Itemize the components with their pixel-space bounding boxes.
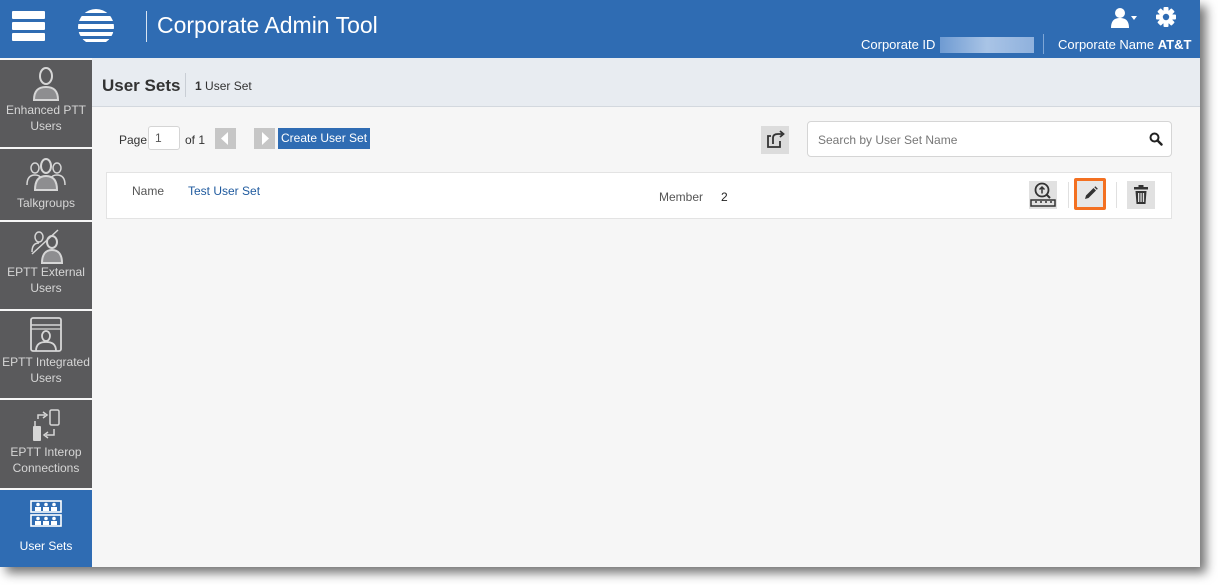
top-header: Corporate Admin Tool Corporate ID Corpor…: [0, 0, 1200, 58]
interop-icon: [33, 409, 60, 441]
action-divider: [1116, 182, 1117, 208]
search-box: [807, 121, 1172, 157]
user-icon: [32, 67, 60, 101]
corporate-name-label: Corporate Name: [1058, 37, 1155, 52]
sidebar-item-label: EPTT Integrated Users: [2, 355, 90, 385]
sidebar-item-label: EPTT External Users: [7, 265, 85, 295]
page-total-label: of 1: [185, 133, 206, 147]
delete-icon: [1134, 185, 1148, 204]
sidebar-item-label: Talkgroups: [16, 196, 76, 210]
sidebar-item-user-sets[interactable]: User Sets: [0, 490, 92, 567]
edit-button[interactable]: [1074, 178, 1106, 210]
user-sets-icon: [30, 500, 62, 527]
sidebar-item-talkgroups[interactable]: Talkgroups: [0, 149, 92, 220]
user-set-row: Name Test User Set Member 2: [106, 172, 1172, 219]
count-label: User Set: [205, 79, 252, 93]
chevron-right-icon: [262, 132, 269, 145]
delete-button[interactable]: [1127, 181, 1155, 209]
page-title: User Sets: [102, 76, 181, 95]
integrated-user-icon: [30, 317, 62, 352]
sidebar-item-enhanced-ptt-users[interactable]: Enhanced PTT Users: [0, 60, 92, 147]
app-title: Corporate Admin Tool: [157, 12, 378, 38]
count-number: 1: [195, 79, 202, 93]
create-user-set-button[interactable]: Create User Set: [278, 128, 371, 149]
name-label: Name: [132, 184, 165, 198]
export-button[interactable]: [761, 126, 789, 154]
next-page-button[interactable]: [254, 128, 275, 149]
settings-gear-icon[interactable]: [1155, 6, 1177, 28]
find-users-icon: [1030, 182, 1056, 207]
member-count: 2: [721, 190, 728, 204]
subheader-divider: [185, 73, 186, 97]
member-label: Member: [659, 190, 704, 204]
sidebar: Enhanced PTT Users Talkgroups EPTT Exter…: [0, 58, 92, 567]
action-divider: [1068, 182, 1069, 208]
sidebar-item-label: Enhanced PTT Users: [5, 103, 87, 133]
group-icon: [26, 158, 66, 191]
edit-icon: [1085, 186, 1098, 199]
chevron-left-icon: [221, 132, 228, 145]
sidebar-item-label: User Sets: [19, 539, 73, 553]
previous-page-button[interactable]: [215, 128, 236, 149]
corporate-id-value: [940, 37, 1034, 53]
corporate-name-value: AT&T: [1157, 37, 1192, 52]
header-divider: [1043, 34, 1044, 54]
user-menu-icon[interactable]: [1111, 7, 1137, 29]
find-users-button[interactable]: [1029, 181, 1057, 209]
search-icon[interactable]: [1149, 132, 1163, 146]
sidebar-item-eptt-interop-connections[interactable]: EPTT Interop Connections: [0, 400, 92, 488]
menu-icon[interactable]: [12, 11, 45, 41]
page-label: Page: [119, 133, 148, 147]
title-divider: [146, 11, 147, 42]
corporate-name: Corporate Name AT&T: [1058, 37, 1191, 53]
search-input[interactable]: [816, 130, 1140, 150]
sidebar-item-label: EPTT Interop Connections: [10, 445, 82, 475]
sidebar-item-eptt-external-users[interactable]: EPTT External Users: [0, 222, 92, 309]
sidebar-item-eptt-integrated-users[interactable]: EPTT Integrated Users: [0, 311, 92, 398]
user-set-count: 1 User Set: [195, 79, 252, 93]
page-subheader: User Sets 1 User Set: [92, 58, 1200, 107]
page-number-input[interactable]: [148, 126, 180, 150]
att-logo: [78, 9, 114, 42]
app-window: Corporate Admin Tool Corporate ID Corpor…: [0, 0, 1200, 567]
user-set-name-link[interactable]: Test User Set: [188, 184, 260, 198]
corporate-id-label: Corporate ID: [861, 37, 936, 52]
export-icon: [767, 130, 785, 148]
external-user-icon: [31, 229, 64, 264]
